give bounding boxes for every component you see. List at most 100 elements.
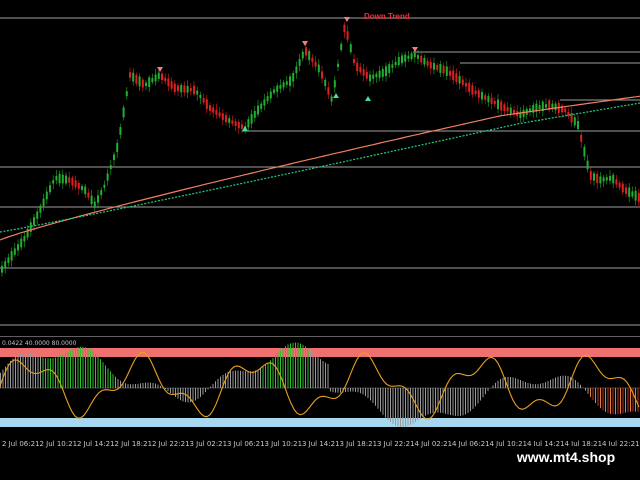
histogram-bar — [107, 368, 109, 388]
candle — [314, 61, 317, 67]
histogram-bar — [187, 388, 189, 403]
candle — [593, 173, 595, 181]
candle — [205, 99, 208, 109]
oscillator-subwindow[interactable] — [0, 338, 640, 430]
candle — [106, 173, 109, 181]
histogram-bar — [300, 343, 301, 388]
histogram-bar — [297, 342, 299, 388]
candle — [199, 94, 202, 99]
histogram-bar — [522, 381, 524, 388]
histogram-bar — [212, 383, 214, 388]
histogram-bar — [550, 379, 551, 388]
candle — [276, 85, 279, 92]
time-tick: 2 Jul 14:21 — [77, 440, 115, 448]
histogram-bar — [62, 354, 64, 388]
candle — [65, 175, 67, 184]
histogram-bar — [427, 388, 429, 415]
histogram-bar — [445, 388, 446, 414]
histogram-bar — [260, 368, 261, 388]
histogram-bar — [327, 363, 329, 388]
candle — [167, 78, 170, 87]
candle — [266, 96, 269, 102]
candle — [372, 74, 375, 79]
time-tick: 4 Jul 06:21 — [452, 440, 490, 448]
candle — [343, 24, 346, 33]
histogram-bar — [395, 388, 396, 426]
candle — [385, 66, 387, 77]
candle — [170, 81, 173, 89]
candle — [103, 184, 106, 188]
histogram-bar — [220, 376, 221, 388]
candle — [247, 119, 250, 128]
histogram-bar — [470, 388, 471, 412]
histogram-bar — [365, 388, 366, 397]
candle — [55, 176, 58, 181]
candle — [154, 74, 157, 82]
histogram-bar — [540, 383, 541, 388]
histogram-bar — [97, 356, 99, 388]
histogram-bar — [200, 388, 201, 397]
candle — [109, 165, 112, 170]
candle — [413, 52, 416, 58]
histogram-bar — [70, 350, 71, 388]
candle — [436, 64, 439, 70]
up-arrow-icon — [365, 96, 371, 101]
histogram-bar — [32, 354, 34, 388]
candle — [615, 179, 618, 185]
candle — [388, 64, 391, 74]
candle — [381, 68, 384, 77]
histogram-bar — [485, 388, 486, 395]
candle — [301, 51, 304, 59]
candle — [250, 114, 253, 124]
histogram-bar — [90, 349, 91, 388]
time-tick: 2 Jul 18:21 — [114, 440, 153, 448]
candle — [538, 105, 541, 109]
candle — [417, 55, 419, 59]
candle — [618, 182, 621, 188]
candle — [42, 198, 45, 207]
histogram-bar — [515, 378, 516, 388]
time-tick: 3 Jul 18:21 — [339, 440, 378, 448]
candle — [225, 115, 227, 123]
candle — [231, 120, 234, 124]
candle — [625, 187, 627, 194]
histogram-bar — [322, 360, 324, 388]
candle — [356, 62, 359, 72]
histogram-bar — [357, 388, 359, 393]
candle — [145, 82, 147, 86]
candle — [311, 57, 314, 63]
price-chart[interactable] — [0, 0, 640, 335]
histogram-bar — [125, 383, 126, 388]
histogram-bar — [350, 388, 351, 392]
histogram-bar — [325, 362, 326, 388]
histogram-bar — [512, 377, 514, 388]
histogram-bar — [292, 342, 294, 388]
histogram-bar — [390, 388, 391, 423]
histogram-bar — [142, 382, 144, 388]
candle — [273, 89, 275, 93]
histogram-bar — [165, 388, 166, 390]
histogram-bar — [397, 388, 399, 427]
candle — [353, 59, 355, 63]
candle — [474, 90, 477, 95]
histogram-bar — [215, 381, 216, 388]
histogram-bar — [242, 370, 244, 388]
candle — [177, 85, 179, 92]
histogram-bar — [235, 370, 236, 388]
candle — [445, 66, 448, 76]
candle — [10, 251, 13, 261]
histogram-bar — [337, 388, 339, 393]
histogram-bar — [622, 388, 624, 414]
histogram-bar — [592, 388, 594, 401]
candle — [468, 82, 471, 92]
window-separator[interactable] — [0, 336, 640, 337]
histogram-bar — [285, 346, 286, 388]
histogram-bar — [447, 388, 449, 415]
candle — [442, 65, 445, 74]
histogram-bar — [605, 388, 606, 412]
candle — [465, 83, 467, 87]
candle — [397, 56, 400, 66]
histogram-bar — [572, 378, 574, 388]
candle — [61, 174, 64, 184]
histogram-bar — [607, 388, 609, 414]
